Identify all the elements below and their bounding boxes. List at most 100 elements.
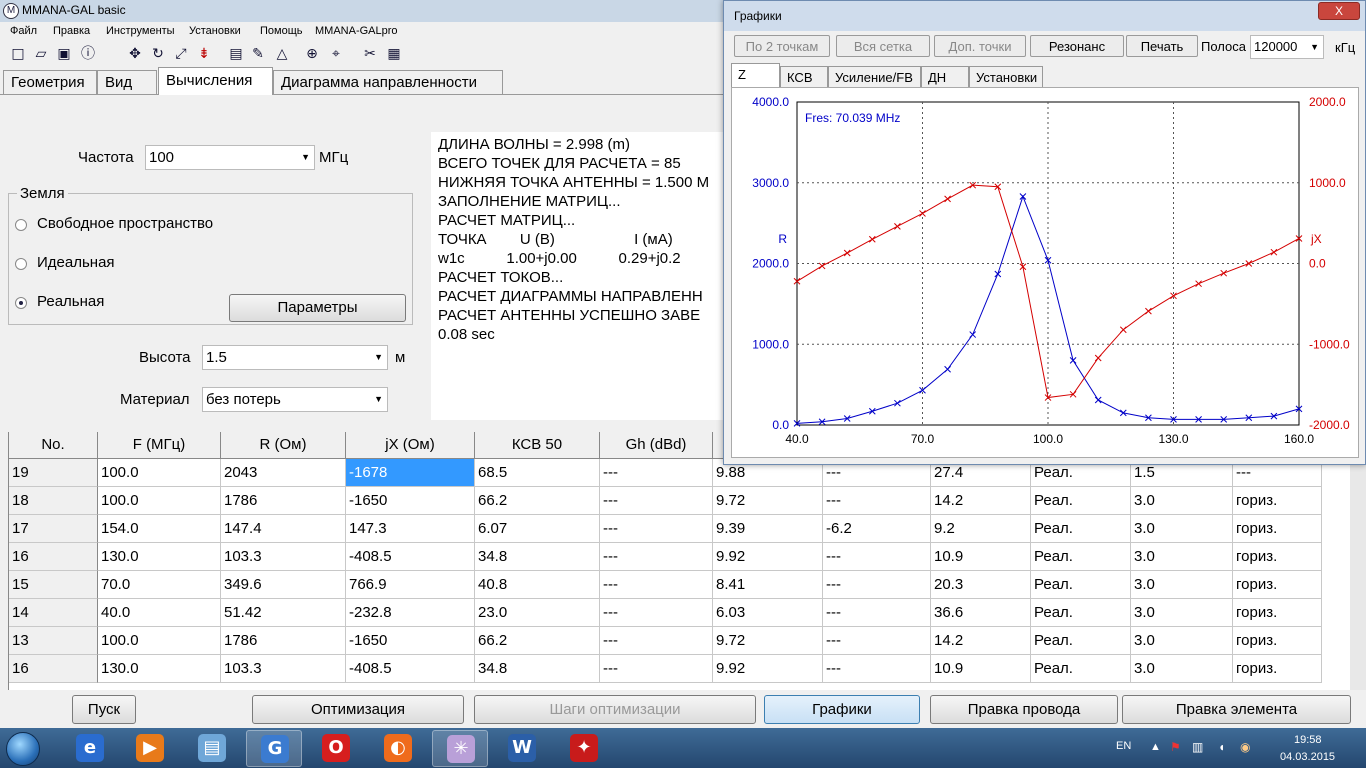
table-cell[interactable]: -1678 xyxy=(346,459,475,487)
table-cell[interactable]: 3.0 xyxy=(1131,543,1233,571)
ground-free-label[interactable]: Свободное пространство xyxy=(37,215,213,232)
menu-settings[interactable]: Установки xyxy=(189,25,241,37)
table-cell[interactable]: Реал. xyxy=(1031,655,1131,683)
table-cell[interactable]: --- xyxy=(823,655,931,683)
table-cell[interactable]: 103.3 xyxy=(221,543,346,571)
table-cell[interactable]: 6.03 xyxy=(713,599,823,627)
table-cell[interactable]: Реал. xyxy=(1031,599,1131,627)
table-cell[interactable]: --- xyxy=(600,543,713,571)
taskbar-app-button[interactable]: ✳ xyxy=(432,730,488,767)
table-cell[interactable]: 9.2 xyxy=(931,515,1031,543)
network-icon[interactable]: ▥ xyxy=(1192,740,1203,754)
table-cell[interactable]: 766.9 xyxy=(346,571,475,599)
clock-time[interactable]: 19:58 xyxy=(1294,734,1322,746)
parameters-button[interactable]: Параметры xyxy=(229,294,406,322)
graphs-title-bar[interactable] xyxy=(724,1,1365,31)
table-cell[interactable]: -1650 xyxy=(346,627,475,655)
menu-mmana-pro[interactable]: MMANA-GALpro xyxy=(315,25,398,37)
table-header[interactable]: КСВ 50 xyxy=(475,432,600,459)
table-cell[interactable]: 20.3 xyxy=(931,571,1031,599)
taskbar-app-button[interactable]: ▤ xyxy=(184,730,240,767)
table-cell[interactable]: 9.92 xyxy=(713,543,823,571)
table-cell[interactable]: --- xyxy=(823,571,931,599)
menu-tools[interactable]: Инструменты xyxy=(106,25,175,37)
table-cell[interactable]: 14.2 xyxy=(931,627,1031,655)
table-cell[interactable]: 147.3 xyxy=(346,515,475,543)
table-cell[interactable]: 147.4 xyxy=(221,515,346,543)
table-cell[interactable]: 34.8 xyxy=(475,543,600,571)
table-cell[interactable]: 10.9 xyxy=(931,543,1031,571)
table-cell[interactable]: 16 xyxy=(9,655,98,683)
edit-element-button[interactable]: Правка элемента xyxy=(1122,695,1351,724)
table-cell[interactable]: -408.5 xyxy=(346,543,475,571)
table-cell[interactable]: Реал. xyxy=(1031,571,1131,599)
table-header[interactable]: Gh (dBd) xyxy=(600,432,713,459)
taskbar-app-button[interactable]: O xyxy=(308,730,364,767)
table-cell[interactable]: гориз. xyxy=(1233,571,1322,599)
table-scrollbar[interactable] xyxy=(1350,432,1366,690)
table-cell[interactable]: 3.0 xyxy=(1131,515,1233,543)
table-cell[interactable]: -6.2 xyxy=(823,515,931,543)
table-header[interactable]: F (МГц) xyxy=(98,432,221,459)
rotate-icon[interactable]: ↻ xyxy=(150,46,166,62)
table-cell[interactable]: --- xyxy=(600,655,713,683)
menu-file[interactable]: Файл xyxy=(10,25,37,37)
print-button[interactable]: Печать xyxy=(1126,35,1198,57)
table-cell[interactable]: --- xyxy=(600,459,713,487)
table-cell[interactable]: 9.72 xyxy=(713,627,823,655)
table-cell[interactable]: гориз. xyxy=(1233,655,1322,683)
optimization-button[interactable]: Оптимизация xyxy=(252,695,464,724)
table-cell[interactable]: 16 xyxy=(9,543,98,571)
table-cell[interactable]: 130.0 xyxy=(98,655,221,683)
ground-ideal-label[interactable]: Идеальная xyxy=(37,254,115,271)
save-icon[interactable]: ▣ xyxy=(56,46,72,62)
table-cell[interactable]: 3.0 xyxy=(1131,571,1233,599)
table-cell[interactable]: 10.9 xyxy=(931,655,1031,683)
table-cell[interactable]: 3.0 xyxy=(1131,655,1233,683)
height-combo[interactable]: 1.5 ▼ xyxy=(202,345,388,370)
close-button[interactable]: X xyxy=(1318,2,1360,20)
table-cell[interactable]: 17 xyxy=(9,515,98,543)
table-cell[interactable]: 68.5 xyxy=(475,459,600,487)
extra-points-button[interactable]: Доп. точки xyxy=(934,35,1026,57)
menu-help[interactable]: Помощь xyxy=(260,25,303,37)
table-cell[interactable]: 51.42 xyxy=(221,599,346,627)
table-cell[interactable]: 1786 xyxy=(221,627,346,655)
clock-date[interactable]: 04.03.2015 xyxy=(1280,751,1335,763)
ground-real-radio[interactable] xyxy=(15,297,27,309)
table-cell[interactable]: Реал. xyxy=(1031,627,1131,655)
table-cell[interactable]: --- xyxy=(600,515,713,543)
table-cell[interactable]: 19 xyxy=(9,459,98,487)
table-cell[interactable]: 36.6 xyxy=(931,599,1031,627)
table-cell[interactable]: 100.0 xyxy=(98,627,221,655)
table-cell[interactable]: 13 xyxy=(9,627,98,655)
flag-icon[interactable]: ⚑ xyxy=(1170,740,1181,754)
target-icon[interactable]: ⊕ xyxy=(304,46,320,62)
taskbar-app-button[interactable]: ▶ xyxy=(122,730,178,767)
table-cell[interactable]: --- xyxy=(600,599,713,627)
triangle-icon[interactable]: △ xyxy=(274,46,290,62)
table-cell[interactable]: 349.6 xyxy=(221,571,346,599)
table-cell[interactable]: 103.3 xyxy=(221,655,346,683)
tab-gain[interactable]: Усиление/FB xyxy=(828,66,921,87)
table-cell[interactable]: Реал. xyxy=(1031,543,1131,571)
table-cell[interactable]: гориз. xyxy=(1233,599,1322,627)
tools-icon[interactable]: ✂ xyxy=(362,46,378,62)
tab-pattern[interactable]: Диаграмма направленности xyxy=(273,70,503,94)
table-cell[interactable]: 3.0 xyxy=(1131,487,1233,515)
ground-free-radio[interactable] xyxy=(15,219,27,231)
table-cell[interactable]: 40.8 xyxy=(475,571,600,599)
two-points-button[interactable]: По 2 точкам xyxy=(734,35,830,57)
table-cell[interactable]: 8.41 xyxy=(713,571,823,599)
table-cell[interactable]: 14 xyxy=(9,599,98,627)
taskbar-app-button[interactable]: e xyxy=(62,730,118,767)
tab-view[interactable]: Вид xyxy=(97,70,157,94)
table-cell[interactable]: 23.0 xyxy=(475,599,600,627)
taskbar-app-button[interactable]: W xyxy=(494,730,550,767)
info-icon[interactable]: ⓘ xyxy=(80,46,96,62)
table-cell[interactable]: гориз. xyxy=(1233,627,1322,655)
tab-geometry[interactable]: Геометрия xyxy=(3,70,97,94)
table-cell[interactable]: 6.07 xyxy=(475,515,600,543)
table-header[interactable]: R (Ом) xyxy=(221,432,346,459)
table-cell[interactable]: 9.39 xyxy=(713,515,823,543)
